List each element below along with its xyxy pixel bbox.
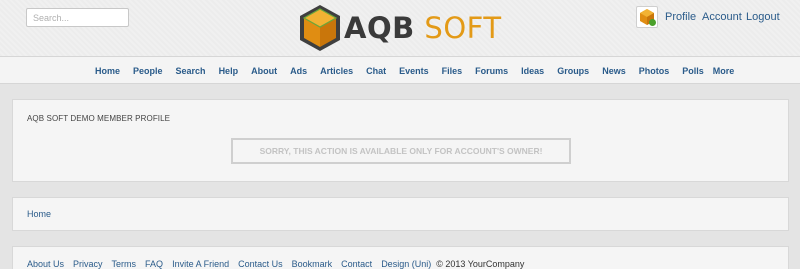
page-title: AQB SOFT DEMO MEMBER PROFILE [27,114,171,123]
footer-link-contact-us[interactable]: Contact Us [238,259,283,269]
site-logo[interactable]: AQB SOFT [298,3,508,53]
cube-logo-icon [300,5,340,51]
nav-item-people[interactable]: People [133,66,163,77]
profile-link[interactable]: Profile [665,11,696,24]
nav-item-help[interactable]: Help [219,66,239,77]
footer-link-contact[interactable]: Contact [341,259,372,269]
nav-item-about[interactable]: About [251,66,277,77]
footer-link-faq[interactable]: FAQ [145,259,163,269]
nav-item-photos[interactable]: Photos [639,66,670,77]
footer-link-design[interactable]: Design (Uni) [381,259,431,269]
footer-link-bookmark[interactable]: Bookmark [292,259,333,269]
logo-aqb-text: AQB [344,11,415,45]
nav-item-files[interactable]: Files [442,66,463,77]
nav-item-home[interactable]: Home [95,66,120,77]
nav-item-ideas[interactable]: Ideas [521,66,544,77]
search-input[interactable] [26,8,129,27]
nav-list: Home People Search Help About Ads Articl… [95,66,734,77]
footer-link-privacy[interactable]: Privacy [73,259,103,269]
profile-panel: AQB SOFT DEMO MEMBER PROFILE SORRY, THIS… [12,99,789,182]
main-nav: Home People Search Help About Ads Articl… [0,56,800,84]
owner-only-message: SORRY, THIS ACTION IS AVAILABLE ONLY FOR… [231,138,571,164]
nav-item-search[interactable]: Search [176,66,206,77]
footer: About Us Privacy Terms FAQ Invite A Frie… [12,246,789,269]
nav-item-ads[interactable]: Ads [290,66,307,77]
footer-link-invite[interactable]: Invite A Friend [172,259,229,269]
nav-item-news[interactable]: News [602,66,626,77]
avatar[interactable] [636,6,658,28]
logo-text: AQB SOFT [344,12,502,44]
nav-item-forums[interactable]: Forums [475,66,508,77]
nav-item-groups[interactable]: Groups [557,66,589,77]
nav-item-events[interactable]: Events [399,66,429,77]
breadcrumb-home[interactable]: Home [27,209,51,219]
nav-item-more[interactable]: More [713,66,735,77]
footer-links: About Us Privacy Terms FAQ Invite A Frie… [27,259,524,269]
user-cube-icon [640,9,656,26]
footer-link-about-us[interactable]: About Us [27,259,64,269]
logout-link[interactable]: Logout [746,11,780,24]
footer-link-terms[interactable]: Terms [112,259,137,269]
nav-item-articles[interactable]: Articles [320,66,353,77]
breadcrumb-panel: Home [12,197,789,231]
logo-soft-text: SOFT [424,11,502,45]
nav-item-chat[interactable]: Chat [366,66,386,77]
nav-item-polls[interactable]: Polls [682,66,704,77]
account-link[interactable]: Account [702,11,742,24]
top-header: AQB SOFT Profile Account Logout [0,0,800,56]
footer-copyright: © 2013 YourCompany [436,259,525,269]
